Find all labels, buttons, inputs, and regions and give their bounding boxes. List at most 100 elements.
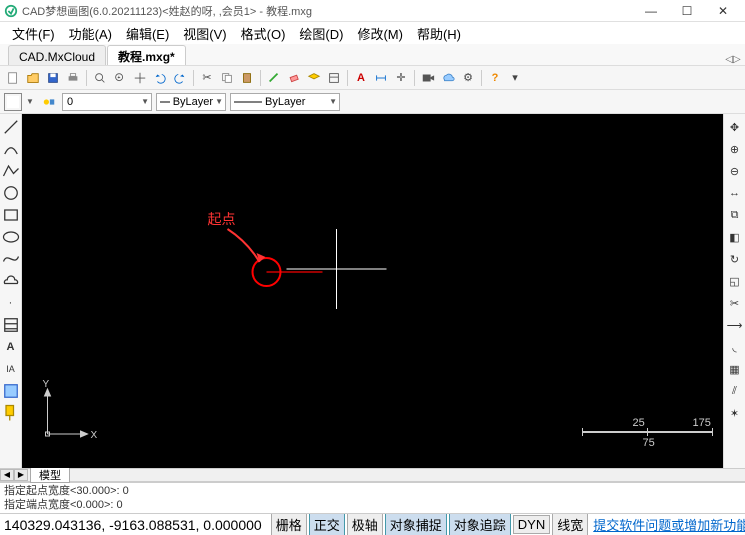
array-icon[interactable]: ▦: [725, 359, 745, 379]
cloud-tool[interactable]: [1, 271, 21, 291]
block-tool[interactable]: [1, 381, 21, 401]
svg-text:+: +: [117, 74, 120, 80]
minimize-button[interactable]: —: [633, 1, 669, 21]
zoom-out-icon[interactable]: ⊖: [725, 161, 745, 181]
line-sample-icon: [233, 96, 263, 108]
color-swatch[interactable]: [4, 93, 22, 111]
arc-tool[interactable]: [1, 139, 21, 159]
status-polar[interactable]: 极轴: [347, 513, 383, 535]
color-dropdown-icon[interactable]: ▼: [26, 97, 36, 106]
status-osnap[interactable]: 对象捕捉: [385, 513, 447, 535]
move-icon[interactable]: ↔: [725, 183, 745, 203]
line-tool[interactable]: [1, 117, 21, 137]
tab-model[interactable]: 模型: [30, 467, 70, 483]
status-ortho[interactable]: 正交: [309, 513, 345, 535]
print-icon[interactable]: [64, 69, 82, 87]
dim-style-icon[interactable]: [372, 69, 390, 87]
rectangle-tool[interactable]: [1, 205, 21, 225]
drawing-canvas[interactable]: 起点 X Y: [22, 114, 723, 468]
rotate-icon[interactable]: ↻: [725, 249, 745, 269]
close-button[interactable]: ✕: [705, 1, 741, 21]
redo-icon[interactable]: [171, 69, 189, 87]
erase-icon[interactable]: [285, 69, 303, 87]
mtext-tool[interactable]: IA: [1, 359, 21, 379]
zoom-in-icon[interactable]: ⊕: [725, 139, 745, 159]
zoom-window-icon[interactable]: [91, 69, 109, 87]
coordinate-readout: 140329.043136, -9163.088531, 0.000000: [4, 517, 262, 533]
copy-icon[interactable]: ⧉: [725, 205, 745, 225]
scroll-left-icon[interactable]: ◀: [0, 469, 14, 481]
save-icon[interactable]: [44, 69, 62, 87]
layer-combo[interactable]: 0 ▼: [62, 93, 152, 111]
tab-doc-tutorial[interactable]: 教程.mxg*: [107, 45, 186, 65]
scale-icon[interactable]: ◱: [725, 271, 745, 291]
menu-file[interactable]: 文件(F): [6, 22, 61, 45]
paint-tool[interactable]: [1, 403, 21, 423]
trim-icon[interactable]: ✂: [725, 293, 745, 313]
layer-state-icon[interactable]: [40, 93, 58, 111]
cut-icon[interactable]: ✂: [198, 69, 216, 87]
feedback-link[interactable]: 提交软件问题或增加新功能: [593, 515, 745, 534]
menu-function[interactable]: 功能(A): [63, 22, 118, 45]
annotation-arrow: [228, 229, 260, 262]
lineweight-combo[interactable]: ByLayer ▼: [230, 93, 340, 111]
text-tool[interactable]: A: [1, 337, 21, 357]
pan-icon[interactable]: ✥: [725, 117, 745, 137]
undo-icon[interactable]: [151, 69, 169, 87]
chevron-down-icon: ▼: [141, 97, 149, 106]
scale-mid: 75: [643, 437, 655, 449]
ellipse-tool[interactable]: [1, 227, 21, 247]
point-style-icon[interactable]: ✛: [392, 69, 410, 87]
status-grid[interactable]: 栅格: [271, 513, 307, 535]
fillet-icon[interactable]: ◟: [725, 337, 745, 357]
video-icon[interactable]: [419, 69, 437, 87]
scale-min: 25: [633, 417, 645, 429]
mirror-icon[interactable]: ◧: [725, 227, 745, 247]
menu-edit[interactable]: 编辑(E): [120, 22, 175, 45]
zoom-extents-icon[interactable]: +: [111, 69, 129, 87]
point-tool[interactable]: ·: [1, 293, 21, 313]
hatch-tool[interactable]: [1, 315, 21, 335]
scroll-track[interactable]: [70, 469, 745, 481]
properties-icon[interactable]: [325, 69, 343, 87]
pan-icon[interactable]: [131, 69, 149, 87]
copy-icon[interactable]: [218, 69, 236, 87]
layer-icon[interactable]: [305, 69, 323, 87]
scroll-right-icon[interactable]: ▶: [14, 469, 28, 481]
measure-icon[interactable]: [265, 69, 283, 87]
status-otrack[interactable]: 对象追踪: [449, 513, 511, 535]
status-dyn[interactable]: DYN: [513, 515, 550, 534]
text-style-icon[interactable]: A: [352, 69, 370, 87]
linetype-combo[interactable]: ByLayer ▼: [156, 93, 226, 111]
circle-tool[interactable]: [1, 183, 21, 203]
tab-doc-cloud[interactable]: CAD.MxCloud: [8, 45, 106, 65]
offset-icon[interactable]: ⫽: [725, 381, 745, 401]
menu-modify[interactable]: 修改(M): [351, 22, 409, 45]
scale-max: 175: [693, 417, 711, 429]
line-sample-icon: [159, 96, 171, 108]
tool-icon[interactable]: ⚙: [459, 69, 477, 87]
tab-collapse-button[interactable]: ◁▷: [721, 54, 745, 65]
status-lwt[interactable]: 线宽: [552, 513, 588, 535]
cloud-icon[interactable]: [439, 69, 457, 87]
command-line[interactable]: 指定起点宽度<30.000>: 0 指定端点宽度<0.000>: 0: [0, 482, 745, 513]
property-bar: ▼ 0 ▼ ByLayer ▼ ByLayer ▼: [0, 90, 745, 114]
open-icon[interactable]: [24, 69, 42, 87]
dropdown-icon[interactable]: ▾: [506, 69, 524, 87]
status-bar: 140329.043136, -9163.088531, 0.000000 栅格…: [0, 513, 745, 535]
menu-view[interactable]: 视图(V): [177, 22, 232, 45]
menu-draw[interactable]: 绘图(D): [293, 22, 349, 45]
canvas-area[interactable]: 起点 X Y: [22, 114, 723, 468]
paste-icon[interactable]: [238, 69, 256, 87]
new-icon[interactable]: [4, 69, 22, 87]
explode-icon[interactable]: ✶: [725, 403, 745, 423]
spline-tool[interactable]: [1, 249, 21, 269]
polyline-tool[interactable]: [1, 161, 21, 181]
menu-help[interactable]: 帮助(H): [411, 22, 467, 45]
help-icon[interactable]: ?: [486, 69, 504, 87]
menu-format[interactable]: 格式(O): [235, 22, 292, 45]
cmd-history-1: 指定起点宽度<30.000>: 0: [4, 484, 741, 498]
extend-icon[interactable]: ⟶: [725, 315, 745, 335]
maximize-button[interactable]: ☐: [669, 1, 705, 21]
linetype-value: ByLayer: [171, 96, 215, 108]
